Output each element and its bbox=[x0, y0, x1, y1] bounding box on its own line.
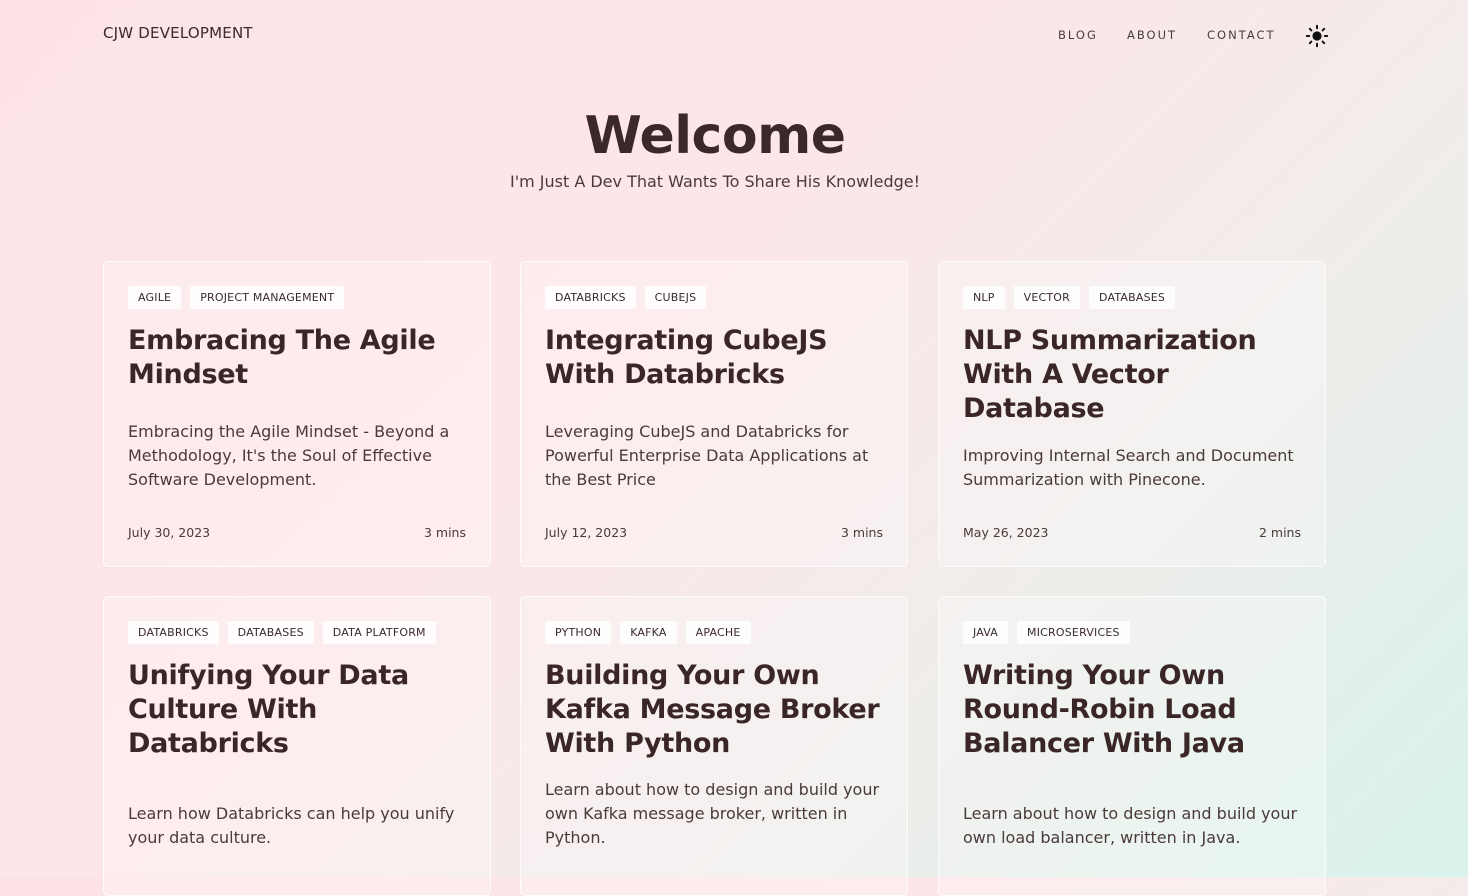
tag-list: JAVA MICROSERVICES bbox=[963, 621, 1130, 644]
post-description: Leveraging CubeJS and Databricks for Pow… bbox=[545, 422, 869, 489]
post-card[interactable]: DATABRICKS DATABASES DATA PLATFORM Unify… bbox=[103, 596, 491, 896]
post-title[interactable]: Building Your Own Kafka Message Broker W… bbox=[545, 659, 890, 761]
tag[interactable]: NLP bbox=[963, 286, 1005, 309]
post-card[interactable]: DATABRICKS CUBEJS Integrating CubeJS Wit… bbox=[520, 261, 908, 567]
tag[interactable]: DATABASES bbox=[1088, 286, 1176, 309]
nav-contact[interactable]: CONTACT bbox=[1207, 28, 1276, 42]
tag-list: AGILE PROJECT MANAGEMENT bbox=[128, 286, 345, 309]
hero-subtitle: I'm Just A Dev That Wants To Share His K… bbox=[509, 172, 921, 191]
post-date: July 30, 2023 bbox=[128, 525, 211, 540]
post-description: Learn how Databricks can help you unify … bbox=[128, 804, 455, 847]
tag[interactable]: DATABRICKS bbox=[128, 621, 219, 644]
post-card[interactable]: AGILE PROJECT MANAGEMENT Embracing The A… bbox=[103, 261, 491, 567]
tag-list: DATABRICKS CUBEJS bbox=[545, 286, 707, 309]
tag[interactable]: PYTHON bbox=[545, 621, 612, 644]
theme-toggle-button[interactable] bbox=[1305, 24, 1329, 48]
tag-list: NLP VECTOR DATABASES bbox=[963, 286, 1176, 309]
tag-list: DATABRICKS DATABASES DATA PLATFORM bbox=[128, 621, 436, 644]
tag[interactable]: KAFKA bbox=[620, 621, 677, 644]
tag[interactable]: PROJECT MANAGEMENT bbox=[190, 286, 345, 309]
tag[interactable]: VECTOR bbox=[1013, 286, 1080, 309]
tag-list: PYTHON KAFKA APACHE bbox=[545, 621, 751, 644]
site-brand[interactable]: CJW DEVELOPMENT bbox=[103, 24, 253, 42]
sun-icon bbox=[1305, 24, 1329, 48]
tag[interactable]: CUBEJS bbox=[644, 286, 707, 309]
post-title[interactable]: Embracing The Agile Mindset bbox=[128, 324, 473, 392]
post-read-time: 3 mins bbox=[840, 525, 883, 540]
tag[interactable]: APACHE bbox=[685, 621, 751, 644]
post-read-time: 2 mins bbox=[1258, 525, 1301, 540]
tag[interactable]: DATA PLATFORM bbox=[322, 621, 436, 644]
post-date: July 12, 2023 bbox=[545, 525, 628, 540]
tag[interactable]: DATABASES bbox=[227, 621, 314, 644]
post-description: Embracing the Agile Mindset - Beyond a M… bbox=[128, 422, 450, 489]
post-title[interactable]: Unifying Your Data Culture With Databric… bbox=[128, 659, 473, 761]
post-title[interactable]: Integrating CubeJS With Databricks bbox=[545, 324, 890, 392]
post-title[interactable]: NLP Summarization With A Vector Database bbox=[963, 324, 1308, 426]
post-description: Learn about how to design and build your… bbox=[545, 780, 880, 847]
post-card[interactable]: PYTHON KAFKA APACHE Building Your Own Ka… bbox=[520, 596, 908, 896]
post-card[interactable]: NLP VECTOR DATABASES NLP Summarization W… bbox=[938, 261, 1326, 567]
tag[interactable]: DATABRICKS bbox=[545, 286, 636, 309]
post-read-time: 3 mins bbox=[423, 525, 466, 540]
tag[interactable]: AGILE bbox=[128, 286, 182, 309]
post-card[interactable]: JAVA MICROSERVICES Writing Your Own Roun… bbox=[938, 596, 1326, 896]
site-header: CJW DEVELOPMENT BLOG ABOUT CONTACT bbox=[0, 0, 1468, 70]
post-date: May 26, 2023 bbox=[963, 525, 1049, 540]
post-description: Improving Internal Search and Document S… bbox=[963, 446, 1294, 489]
post-description: Learn about how to design and build your… bbox=[963, 804, 1298, 847]
hero-title: Welcome bbox=[584, 106, 846, 166]
nav-about[interactable]: ABOUT bbox=[1127, 28, 1177, 42]
post-title[interactable]: Writing Your Own Round-Robin Load Balanc… bbox=[963, 659, 1308, 761]
nav-blog[interactable]: BLOG bbox=[1058, 28, 1098, 42]
tag[interactable]: MICROSERVICES bbox=[1017, 621, 1130, 644]
tag[interactable]: JAVA bbox=[963, 621, 1009, 644]
